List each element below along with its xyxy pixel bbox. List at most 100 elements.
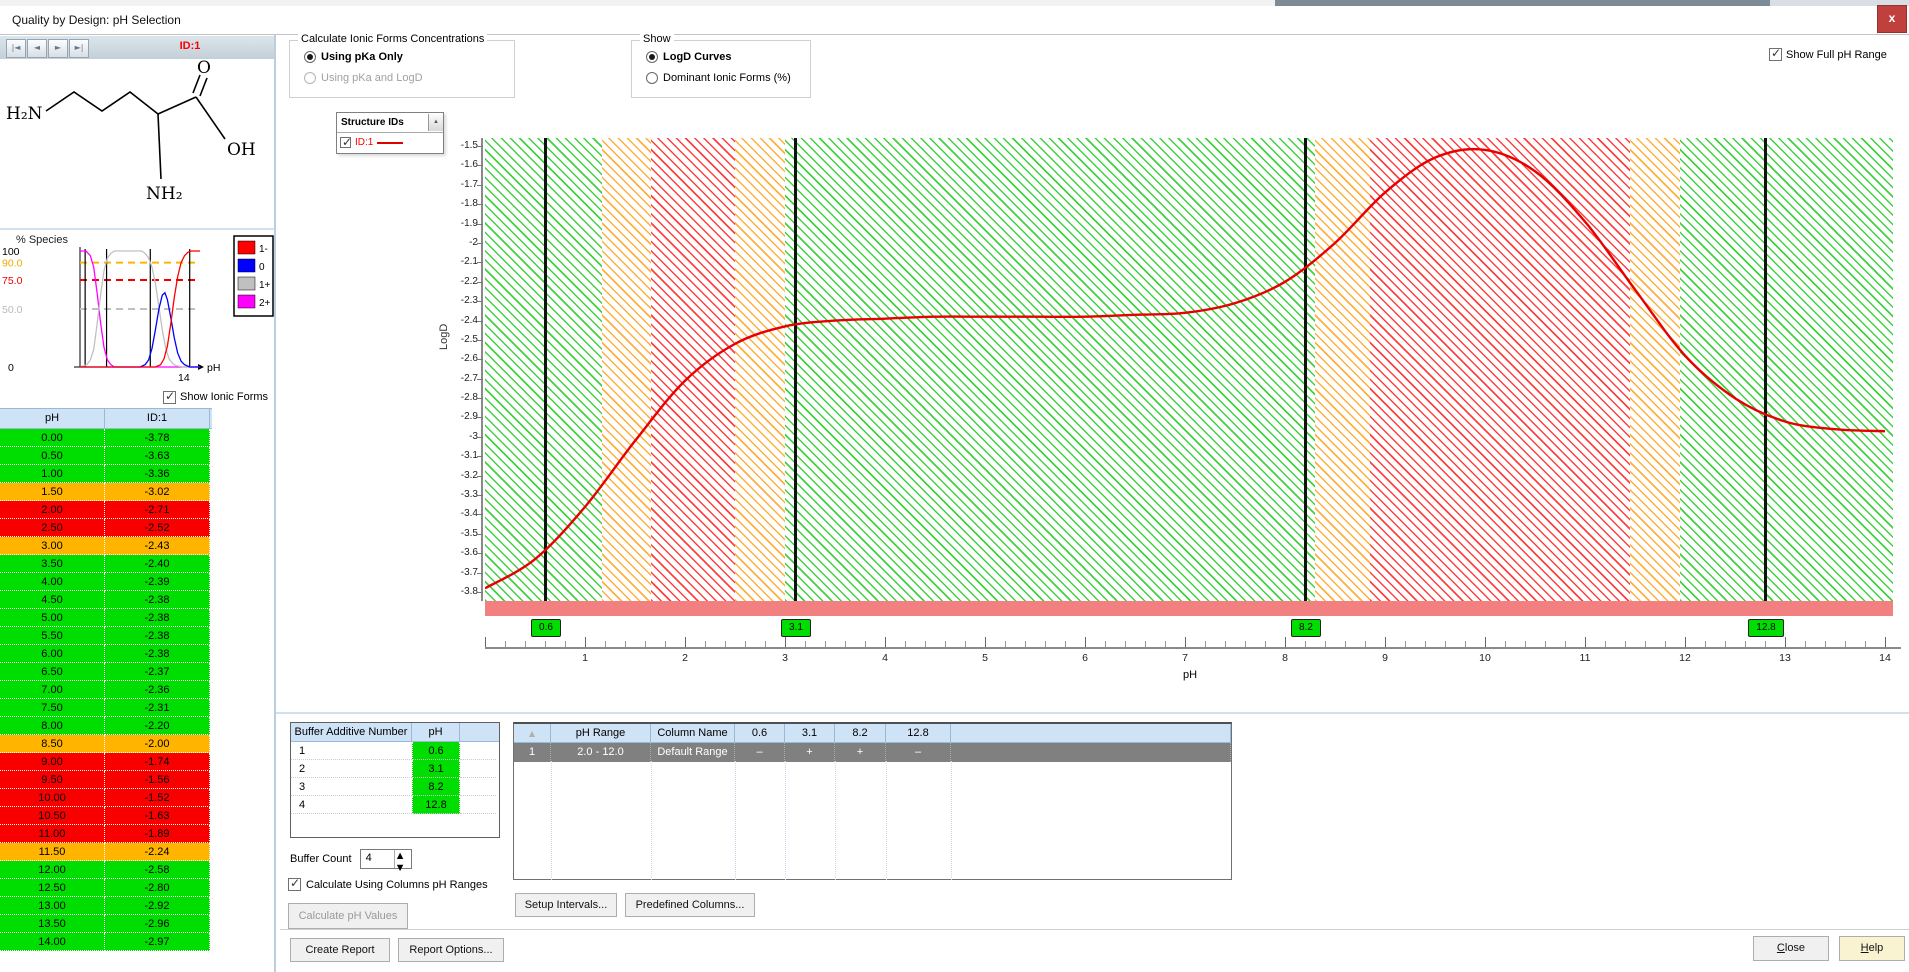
ph-table-row: 13.00-2.92 (0, 897, 212, 915)
logd-cell: -1.63 (105, 807, 210, 825)
logd-cell: -2.38 (105, 609, 210, 627)
create-report-button[interactable]: Create Report (290, 938, 390, 962)
show-full-ph-range-label: Show Full pH Range (1786, 49, 1887, 61)
logd-cell: -3.78 (105, 429, 210, 447)
ph-table-body: 0.00-3.780.50-3.631.00-3.361.50-3.022.00… (0, 429, 212, 951)
structure-ids-title: Structure IDs (337, 117, 428, 128)
predefined-columns-button[interactable]: Predefined Columns... (625, 893, 755, 917)
radio-dominant-forms[interactable] (646, 72, 658, 84)
x-tick-label: 1 (570, 652, 600, 664)
ph-table-row: 12.00-2.58 (0, 861, 212, 879)
radio-using-pka-logd-label: Using pKa and LogD (321, 72, 423, 84)
buffer-empty-cell (460, 742, 496, 760)
y-tick-mark (477, 379, 483, 380)
help-button[interactable]: Help (1839, 936, 1905, 961)
last-structure-icon[interactable]: ►| (69, 39, 89, 58)
columns-header-cell[interactable]: pH Range (551, 724, 651, 742)
structure-id-label: ID:1 (150, 40, 230, 52)
columns-table-selected-row[interactable]: 12.0 - 12.0Default Range–++– (514, 743, 1231, 762)
x-tick-label: 13 (1770, 652, 1800, 664)
first-structure-icon[interactable]: |◄ (6, 39, 26, 58)
ph-table-row: 4.50-2.38 (0, 591, 212, 609)
radio-using-pka-only[interactable] (304, 51, 316, 63)
buffer-ph-cell[interactable]: 3.1 (412, 760, 460, 778)
logd-cell: -2.80 (105, 879, 210, 897)
y-tick-label: -2 (428, 237, 478, 248)
columns-row-cell: + (835, 743, 886, 762)
ph-table-row: 4.00-2.39 (0, 573, 212, 591)
columns-header-cell[interactable]: ▲ (514, 724, 551, 742)
show-full-ph-range-checkbox[interactable] (1769, 48, 1782, 61)
logd-cell: -2.24 (105, 843, 210, 861)
species-chart-title: % Species (16, 234, 68, 246)
ph-cell: 6.50 (0, 663, 105, 681)
radio-logd-curves[interactable] (646, 51, 658, 63)
buffer-ph-cell[interactable]: 0.6 (412, 742, 460, 760)
logd-cell: -2.39 (105, 573, 210, 591)
ph-table-row: 1.50-3.02 (0, 483, 212, 501)
x-tick-label: 11 (1570, 652, 1600, 664)
columns-header-cell[interactable]: Column Name (651, 724, 735, 742)
x-tick-label: 4 (870, 652, 900, 664)
buffer-count-stepper[interactable]: 4 ▲ ▼ (360, 849, 412, 869)
show-ionic-forms-checkbox[interactable] (163, 391, 176, 404)
ph-table-row: 3.50-2.40 (0, 555, 212, 573)
ph-table-row: 1.00-3.36 (0, 465, 212, 483)
column-guide (551, 761, 552, 880)
spinner-down-icon[interactable]: ▼ (395, 862, 411, 874)
structure-id-item: ID:1 (355, 137, 373, 148)
ph-cell: 6.00 (0, 645, 105, 663)
structure-id-checkbox[interactable] (340, 137, 351, 148)
show-group-title: Show (640, 33, 674, 45)
ph-value-box[interactable]: 3.1 (781, 619, 811, 637)
y-tick-label: -2.1 (428, 256, 478, 267)
logd-curve (485, 149, 1885, 588)
columns-header-cell[interactable]: 0.6 (735, 724, 785, 742)
columns-header-cell[interactable]: 3.1 (785, 724, 835, 742)
panel-separator (0, 228, 274, 230)
y-tick-label: -3.7 (428, 567, 478, 578)
close-button[interactable]: Close (1753, 936, 1829, 961)
buffer-ph-cell[interactable]: 8.2 (412, 778, 460, 796)
ph-value-box[interactable]: 8.2 (1291, 619, 1321, 637)
y-tick-label: -1.5 (428, 140, 478, 151)
prev-structure-icon[interactable]: ◄ (27, 39, 47, 58)
y-tick-label: -3.5 (428, 528, 478, 539)
setup-intervals-button[interactable]: Setup Intervals... (515, 893, 617, 917)
buffer-ph-cell[interactable]: 12.8 (412, 796, 460, 814)
ph-value-box[interactable]: 12.8 (1748, 619, 1784, 637)
columns-header-cell[interactable]: 12.8 (886, 724, 951, 742)
buffer-count-label: Buffer Count (290, 853, 352, 865)
y-tick-mark (477, 417, 483, 418)
next-structure-icon[interactable]: ► (48, 39, 68, 58)
ph-cell: 12.50 (0, 879, 105, 897)
show-ionic-forms-label: Show Ionic Forms (180, 391, 268, 403)
ph-table-row: 5.00-2.38 (0, 609, 212, 627)
report-options-button[interactable]: Report Options... (398, 938, 504, 962)
ph-axis-title: pH (1170, 669, 1210, 681)
bottom-separator (276, 712, 1909, 714)
buffer-table-row: 412.8 (291, 796, 499, 814)
y-tick-label: -2.5 (428, 334, 478, 345)
y-tick-label: -1.6 (428, 159, 478, 170)
ph-cell: 8.50 (0, 735, 105, 753)
spinner-up-icon[interactable]: ▲ (395, 850, 411, 862)
atom-label-nh2: NH₂ (146, 184, 183, 204)
svg-text:pH: pH (207, 362, 220, 374)
ph-cell: 3.50 (0, 555, 105, 573)
close-icon[interactable]: x (1877, 5, 1907, 33)
y-tick-mark (477, 553, 483, 554)
calc-using-columns-checkbox[interactable] (288, 878, 301, 891)
columns-header-cell[interactable]: 8.2 (835, 724, 886, 742)
y-tick-label: -2.7 (428, 373, 478, 384)
x-tick-label: 10 (1470, 652, 1500, 664)
column-guide (735, 761, 736, 880)
logd-cell: -2.52 (105, 519, 210, 537)
legend-label: 1+ (259, 280, 271, 291)
scroll-up-icon[interactable]: ▲ (428, 114, 443, 131)
y-tick-mark (477, 476, 483, 477)
ph-table-row: 11.00-1.89 (0, 825, 212, 843)
atom-label-oh: OH (227, 140, 256, 160)
logd-cell: -2.71 (105, 501, 210, 519)
ph-value-box[interactable]: 0.6 (531, 619, 561, 637)
